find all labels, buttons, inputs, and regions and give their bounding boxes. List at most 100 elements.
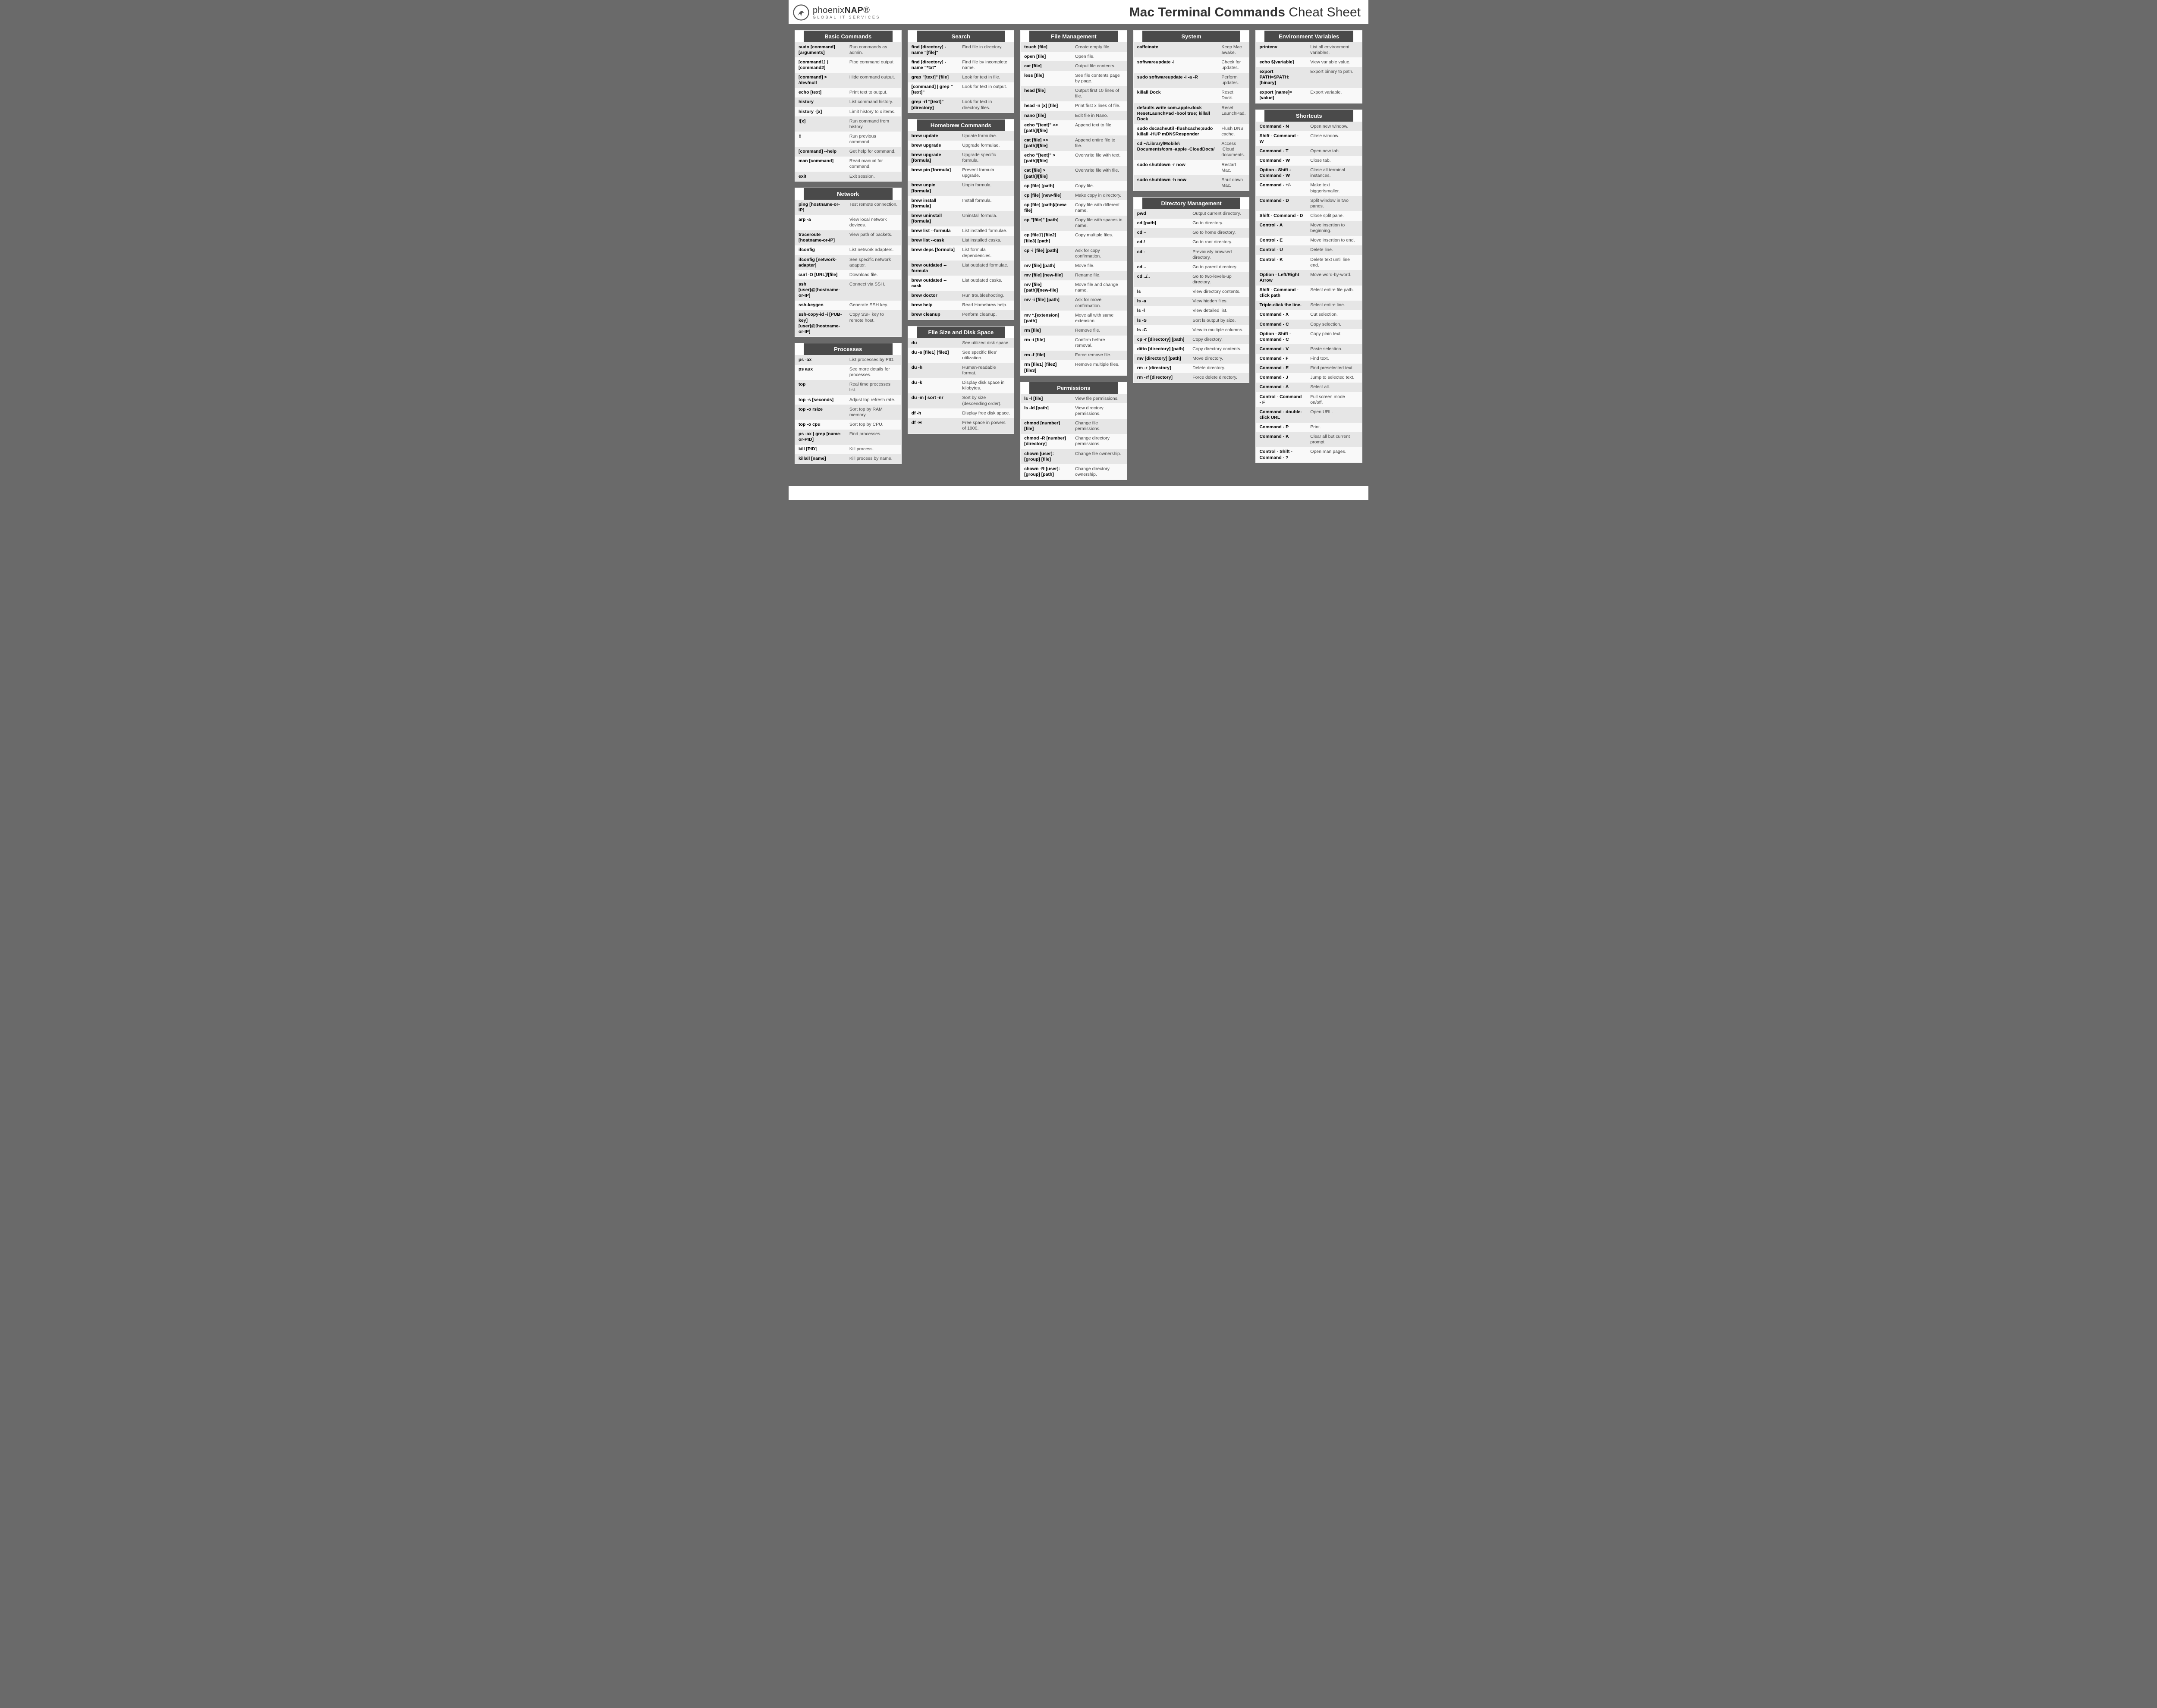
table-row: cd ..Go to parent directory. — [1134, 262, 1249, 272]
brand-name-thin: phoenix — [813, 6, 845, 15]
description-cell: Move directory. — [1189, 354, 1249, 364]
command-cell: killall Dock — [1134, 88, 1218, 103]
page-title: Mac Terminal Commands Cheat Sheet — [1129, 5, 1361, 20]
table-row: head [file]Output first 10 lines of file… — [1021, 86, 1127, 101]
card-system: SystemcaffeinateKeep Mac awake.softwareu… — [1133, 30, 1250, 191]
card-header: Shortcuts — [1264, 110, 1353, 122]
command-cell: !! — [795, 132, 846, 147]
command-cell: ls — [1134, 287, 1189, 297]
command-cell: cd ~/Library/Mobile\ Documents/com~apple… — [1134, 139, 1218, 160]
brand: phoenixNAP® GLOBAL IT SERVICES — [793, 4, 880, 21]
description-cell: Open new window. — [1307, 122, 1362, 131]
command-cell: cat [file] — [1021, 61, 1072, 71]
description-cell: Display free disk space. — [959, 408, 1014, 418]
command-cell: Command - E — [1256, 364, 1307, 373]
command-cell: cd - — [1134, 247, 1189, 262]
description-cell: Perform cleanup. — [959, 310, 1014, 320]
command-cell: ps -ax — [795, 355, 846, 364]
description-cell: Flush DNS cache. — [1218, 124, 1249, 139]
command-table: pwdOutput current directory.cd [path]Go … — [1134, 209, 1249, 383]
table-row: echo $[variable]View variable value. — [1256, 57, 1362, 67]
footer — [789, 486, 1368, 500]
description-cell: Close split pane. — [1307, 211, 1362, 220]
card-header: Processes — [804, 343, 893, 355]
card-permissions: Permissionsls -l [file]View file permiss… — [1020, 382, 1127, 480]
command-cell: du -s [file1] [file2] — [908, 348, 959, 363]
command-cell: ps aux — [795, 365, 846, 380]
command-cell: cp -i [file] [path] — [1021, 246, 1072, 261]
table-row: grep "[text]" [file]Look for text in fil… — [908, 73, 1014, 82]
description-cell: Copy directory contents. — [1189, 344, 1249, 354]
command-cell: du -h — [908, 363, 959, 378]
description-cell: Update formulae. — [959, 131, 1014, 141]
table-row: head -n [x] [file]Print first x lines of… — [1021, 101, 1127, 111]
table-row: rm -r [directory]Delete directory. — [1134, 364, 1249, 373]
command-cell: printenv — [1256, 42, 1307, 57]
card-header: Environment Variables — [1264, 31, 1353, 42]
description-cell: List formula dependencies. — [959, 245, 1014, 261]
command-cell: Command - +/- — [1256, 181, 1307, 196]
description-cell: Move insertion to end. — [1307, 236, 1362, 245]
table-row: cd ~/Library/Mobile\ Documents/com~apple… — [1134, 139, 1249, 160]
table-row: Control - Shift - Command - ?Open man pa… — [1256, 447, 1362, 462]
table-row: duSee utilized disk space. — [908, 338, 1014, 348]
command-cell: [command] --help — [795, 147, 846, 157]
table-row: brew uninstall [formula]Uninstall formul… — [908, 211, 1014, 226]
command-cell: cd ~ — [1134, 228, 1189, 238]
command-cell: rm -f [file] — [1021, 351, 1072, 360]
table-row: cp [file] [path]Copy file. — [1021, 181, 1127, 191]
table-row: Command - ASelect all. — [1256, 383, 1362, 392]
description-cell: Delete text until line end. — [1307, 255, 1362, 270]
description-cell: Connect via SSH. — [846, 279, 901, 300]
description-cell: Overwrite file with text. — [1072, 151, 1127, 166]
description-cell: Print first x lines of file. — [1072, 101, 1127, 111]
table-row: top -o rsizeSort top by RAM memory. — [795, 405, 901, 420]
description-cell: Select entire file path. — [1307, 286, 1362, 301]
command-cell: brew deps [formula] — [908, 245, 959, 261]
description-cell: Shut down Mac. — [1218, 175, 1249, 190]
command-cell: [command] | grep "[text]" — [908, 82, 959, 97]
command-cell: Option - Shift - Command - W — [1256, 166, 1307, 181]
description-cell: Get help for command. — [846, 147, 901, 157]
table-row: cd ~Go to home directory. — [1134, 228, 1249, 238]
command-cell: Command - N — [1256, 122, 1307, 131]
description-cell: Reset LaunchPad. — [1218, 103, 1249, 124]
cheatsheet-grid: Basic Commandssudo [command] [arguments]… — [789, 24, 1368, 486]
description-cell: Output first 10 lines of file. — [1072, 86, 1127, 101]
command-cell: Command - V — [1256, 344, 1307, 354]
phoenix-logo-icon — [793, 4, 809, 21]
description-cell: Copy file. — [1072, 181, 1127, 191]
description-cell: Go to parent directory. — [1189, 262, 1249, 272]
table-row: brew updateUpdate formulae. — [908, 131, 1014, 141]
table-row: ls -ld [path]View directory permissions. — [1021, 403, 1127, 418]
table-row: Command - +/-Make text bigger/smaller. — [1256, 181, 1362, 196]
table-row: brew install [formula]Install formula. — [908, 196, 1014, 211]
command-cell: brew help — [908, 301, 959, 310]
table-row: [command1] | [command2]Pipe command outp… — [795, 57, 901, 72]
command-cell: ls -l — [1134, 306, 1189, 316]
brand-subtitle: GLOBAL IT SERVICES — [813, 16, 880, 19]
table-row: Command - NOpen new window. — [1256, 122, 1362, 131]
table-row: brew upgrade [formula]Upgrade specific f… — [908, 150, 1014, 165]
table-row: [command] --helpGet help for command. — [795, 147, 901, 157]
command-cell: cp [file1] [file2] [file3] [path] — [1021, 231, 1072, 246]
table-row: Control - EMove insertion to end. — [1256, 236, 1362, 245]
description-cell: Copy file with spaces in name. — [1072, 216, 1127, 231]
command-cell: chown -R [user]:[group] [path] — [1021, 464, 1072, 479]
command-cell: grep -rl "[text]" [directory] — [908, 97, 959, 113]
table-row: find [directory] -name "[file]"Find file… — [908, 42, 1014, 57]
table-row: ssh-keygenGenerate SSH key. — [795, 301, 901, 310]
command-cell: chown [user]:[group] [file] — [1021, 449, 1072, 464]
table-row: cd [path]Go to directory. — [1134, 219, 1249, 228]
table-row: Control - UDelete line. — [1256, 245, 1362, 255]
table-row: du -s [file1] [file2]See specific files'… — [908, 348, 1014, 363]
description-cell: Run troubleshooting. — [959, 291, 1014, 301]
table-row: open [file]Open file. — [1021, 52, 1127, 61]
table-row: brew list --formulaList installed formul… — [908, 226, 1014, 236]
table-row: history -[x]Limit history to x items. — [795, 107, 901, 116]
description-cell: Test remote connection. — [846, 200, 901, 215]
description-cell: Delete directory. — [1189, 364, 1249, 373]
table-row: du -kDisplay disk space in kilobytes. — [908, 378, 1014, 393]
table-row: ![x]Run command from history. — [795, 116, 901, 132]
table-row: echo "[text]" > [path]/[file]Overwrite f… — [1021, 151, 1127, 166]
